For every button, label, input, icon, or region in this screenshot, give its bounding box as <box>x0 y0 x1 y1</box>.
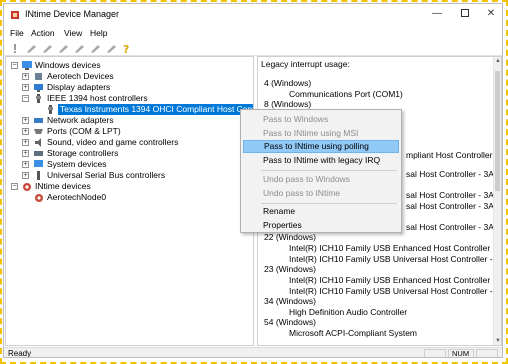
scroll-up-icon[interactable]: ▲ <box>494 57 501 65</box>
minimize-button[interactable]: — <box>426 6 448 22</box>
tree-node-label: System devices <box>47 159 107 169</box>
irq-line: Intel(R) ICH10 Family USB Universal Host… <box>289 286 502 296</box>
collapse-icon[interactable]: − <box>11 183 18 190</box>
sound-icon <box>34 138 43 147</box>
port-icon <box>34 127 43 136</box>
irq-line: Intel(R) ICH10 Family USB Enhanced Host … <box>289 243 502 253</box>
menu-separator <box>261 170 397 171</box>
device-icon <box>34 72 43 81</box>
status-panel-empty <box>424 349 446 357</box>
irq-line: 34 (Windows) <box>264 296 316 306</box>
expand-icon[interactable]: + <box>22 139 29 146</box>
device-tree: − Windows devices + Aerotech Devices + D… <box>5 56 254 346</box>
menu-view[interactable]: View <box>64 28 82 38</box>
irq-line: sal Host Controller - 3A38 <box>406 201 502 211</box>
toolbar: ? <box>4 41 502 56</box>
pass-to-windows-tool-icon[interactable] <box>10 43 21 54</box>
num-lock-indicator: NUM <box>448 349 474 357</box>
tree-node-label: Windows devices <box>35 60 101 70</box>
expand-icon[interactable]: + <box>22 73 29 80</box>
title-bar: INtime Device Manager — ✕ <box>4 4 502 26</box>
menu-item-undo-intime[interactable]: Undo pass to INtime <box>243 187 399 200</box>
storage-icon <box>34 149 43 158</box>
menu-item-properties[interactable]: Properties <box>243 219 399 232</box>
menu-item-pass-polling[interactable]: Pass to INtime using polling <box>243 140 399 153</box>
menu-bar: File Action View Help <box>4 26 502 40</box>
tree-node-label-selected: Texas Instruments 1394 OHCI Compliant Ho… <box>58 104 253 115</box>
tree-node-label: Network adapters <box>47 115 114 125</box>
collapse-icon[interactable]: − <box>22 95 29 102</box>
status-panel-empty <box>476 349 498 357</box>
undo-windows-tool-icon[interactable] <box>74 43 85 54</box>
menu-separator <box>261 203 397 204</box>
network-icon <box>34 116 43 125</box>
maximize-icon <box>461 9 469 18</box>
firewire-icon <box>34 94 43 103</box>
maximize-button[interactable] <box>454 6 476 22</box>
tree-node-label: IEEE 1394 host controllers <box>47 93 148 103</box>
pass-polling-tool-icon[interactable] <box>42 43 53 54</box>
expand-icon[interactable]: + <box>22 128 29 135</box>
irq-line: Intel(R) ICH10 Family USB Enhanced Host … <box>289 275 502 285</box>
expand-icon[interactable]: + <box>22 84 29 91</box>
irq-line: mpliant Host Controller <box>406 150 493 160</box>
menu-item-pass-to-windows[interactable]: Pass to Windows <box>243 113 399 126</box>
expand-icon[interactable]: + <box>22 117 29 124</box>
scroll-thumb[interactable] <box>495 71 500 191</box>
close-button[interactable]: ✕ <box>480 6 502 22</box>
usb-icon <box>34 171 43 180</box>
tree-node-label: Ports (COM & LPT) <box>47 126 121 136</box>
node-icon <box>34 193 43 202</box>
menu-item-pass-legacy-irq[interactable]: Pass to INtime with legacy IRQ <box>243 154 399 167</box>
tree-node-label: Storage controllers <box>47 148 119 158</box>
rename-tool-icon[interactable] <box>106 43 117 54</box>
undo-intime-tool-icon[interactable] <box>90 43 101 54</box>
irq-line: sal Host Controller - 3A36 <box>406 222 502 232</box>
tree-node-label: INtime devices <box>35 181 91 191</box>
irq-line: 23 (Windows) <box>264 264 316 274</box>
menu-item-undo-windows[interactable]: Undo pass to Windows <box>243 173 399 186</box>
context-menu: Pass to Windows Pass to INtime using MSI… <box>240 109 402 233</box>
menu-file[interactable]: File <box>10 28 24 38</box>
tree-node-label: Sound, video and game controllers <box>47 137 179 147</box>
expand-icon[interactable]: + <box>22 172 29 179</box>
collapse-icon[interactable]: − <box>11 62 18 69</box>
status-bar: Ready NUM <box>4 347 502 358</box>
irq-line: Microsoft ACPI-Compliant System <box>289 328 418 338</box>
app-icon <box>10 10 20 20</box>
window-title: INtime Device Manager <box>25 9 120 19</box>
pass-msi-tool-icon[interactable] <box>26 43 37 54</box>
expand-icon[interactable]: + <box>22 150 29 157</box>
irq-line: 22 (Windows) <box>264 232 316 242</box>
svg-text:?: ? <box>123 43 129 54</box>
tree-node-label: Aerotech Devices <box>47 71 114 81</box>
firewire-icon <box>46 105 55 114</box>
display-icon <box>34 83 43 92</box>
irq-line: sal Host Controller - 3A35 <box>406 190 502 200</box>
scroll-down-icon[interactable]: ▼ <box>494 337 501 345</box>
irq-line: 54 (Windows) <box>264 317 316 327</box>
menu-help[interactable]: Help <box>90 28 107 38</box>
tree-node-label: Universal Serial Bus controllers <box>47 170 166 180</box>
intime-icon <box>22 182 31 191</box>
menu-item-pass-msi[interactable]: Pass to INtime using MSI <box>243 127 399 140</box>
expand-icon[interactable]: + <box>22 161 29 168</box>
computer-icon <box>22 61 32 70</box>
status-text: Ready <box>8 349 32 358</box>
irq-line: 4 (Windows) <box>264 78 312 88</box>
legacy-heading: Legacy interrupt usage: <box>261 59 350 69</box>
tree-node-label: Display adapters <box>47 82 111 92</box>
irq-line: Intel(R) ICH10 Family USB Universal Host… <box>289 254 502 264</box>
tree-node-label: AerotechNode0 <box>47 192 107 202</box>
menu-action[interactable]: Action <box>31 28 55 38</box>
help-question-icon[interactable]: ? <box>121 43 132 54</box>
menu-item-rename[interactable]: Rename <box>243 205 399 218</box>
irq-line: sal Host Controller - 3A37 <box>406 169 502 179</box>
system-icon <box>34 160 43 169</box>
pass-legacy-irq-tool-icon[interactable] <box>58 43 69 54</box>
vertical-scrollbar[interactable]: ▲ ▼ <box>493 57 501 345</box>
device-manager-window: INtime Device Manager — ✕ File Action Vi… <box>3 3 503 358</box>
